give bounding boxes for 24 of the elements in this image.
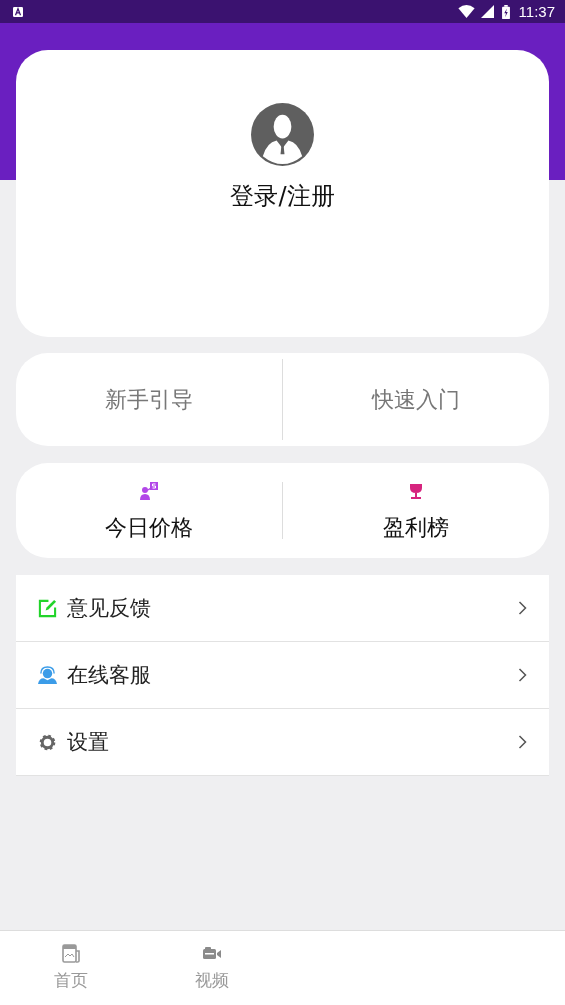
app-notification-icon (13, 6, 23, 17)
chevron-right-icon (518, 735, 527, 749)
battery-icon (501, 4, 510, 19)
wifi-icon (457, 5, 475, 18)
menu-label: 在线客服 (67, 662, 152, 689)
clock-time: 11:37 (518, 3, 555, 20)
edit-icon (38, 598, 57, 618)
settings-icon (38, 732, 57, 752)
feature-link[interactable]: 盈利榜 (383, 512, 449, 543)
menu-item[interactable]: 意见反馈 (16, 575, 549, 642)
feature-link[interactable]: 今日价格 (105, 512, 193, 543)
menu-item[interactable]: 设置 (16, 709, 549, 776)
headset-person-icon (38, 665, 57, 685)
guide-link[interactable]: 快速入门 (283, 384, 549, 415)
newspaper-icon (60, 944, 81, 964)
avatar-icon[interactable] (251, 103, 314, 166)
chevron-right-icon (518, 601, 527, 615)
login-register-link[interactable]: 登录/注册 (230, 180, 335, 212)
price-quote-icon (139, 480, 159, 501)
chevron-right-icon (518, 668, 527, 682)
menu-label: 意见反馈 (67, 595, 152, 622)
guide-link[interactable]: 新手引导 (16, 384, 282, 415)
menu-label: 设置 (67, 729, 110, 756)
menu-item[interactable]: 在线客服 (16, 642, 549, 709)
